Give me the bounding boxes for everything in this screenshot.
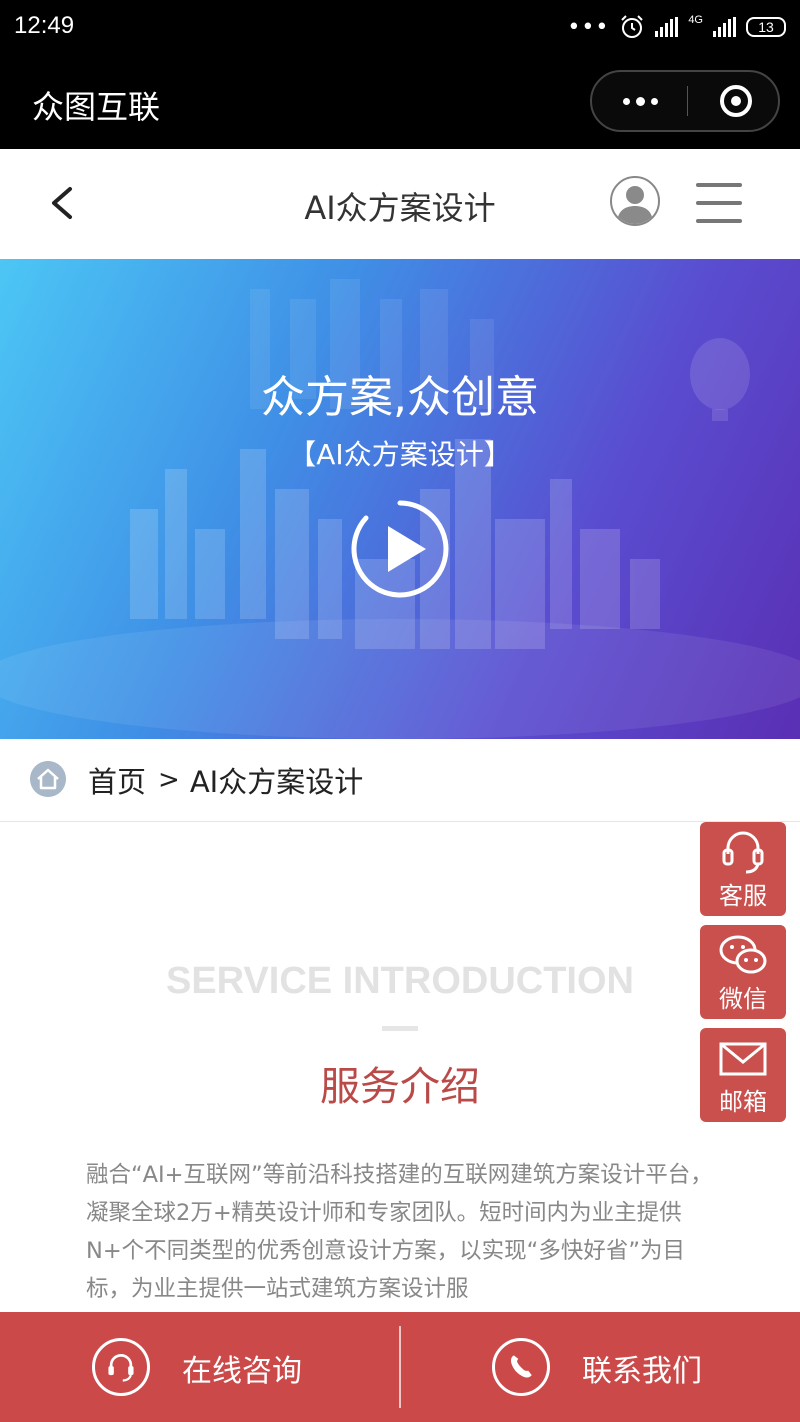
mini-program-header: 众图互联 xyxy=(0,56,800,149)
breadcrumb-home-link[interactable]: 首页 xyxy=(88,759,146,801)
section-divider xyxy=(382,1026,418,1031)
email-label: 邮箱 xyxy=(719,1088,767,1116)
breadcrumb-current: AI众方案设计 xyxy=(189,765,364,799)
page-nav: AI众方案设计 xyxy=(0,149,800,260)
network-type: 4G xyxy=(688,14,703,26)
home-icon[interactable] xyxy=(30,761,66,797)
battery-icon: 13 xyxy=(746,17,786,37)
headset-icon xyxy=(722,831,764,874)
section-title: 服务介绍 xyxy=(320,1064,480,1110)
customer-service-label: 客服 xyxy=(719,882,767,910)
contact-us-label: 联系我们 xyxy=(582,1354,702,1389)
bottom-action-bar: 在线咨询 联系我们 xyxy=(0,1312,800,1422)
banner-subheadline: 【AI众方案设计】 xyxy=(288,438,512,471)
close-mini-program-button[interactable] xyxy=(720,85,752,117)
headset-circle-icon xyxy=(92,1338,150,1396)
user-avatar-icon[interactable] xyxy=(610,176,660,226)
mini-program-title: 众图互联 xyxy=(32,88,161,126)
contact-us-button[interactable]: 联系我们 xyxy=(400,1312,800,1422)
signal-icon xyxy=(655,17,679,37)
online-consult-button[interactable]: 在线咨询 xyxy=(0,1312,400,1422)
wechat-label: 微信 xyxy=(719,985,767,1013)
online-consult-label: 在线咨询 xyxy=(182,1354,302,1389)
email-button[interactable]: 邮箱 xyxy=(700,1028,786,1122)
play-video-button[interactable] xyxy=(350,499,450,599)
alarm-icon xyxy=(621,15,644,38)
phone-circle-icon xyxy=(492,1338,550,1396)
status-bar: 12:49 ••• 4G 13 xyxy=(0,0,800,56)
hero-banner: 众方案,众创意 【AI众方案设计】 xyxy=(0,259,800,739)
mail-icon xyxy=(719,1042,767,1076)
more-menu-button[interactable] xyxy=(592,72,688,130)
hamburger-menu-icon[interactable] xyxy=(696,183,742,223)
wechat-icon xyxy=(719,935,767,974)
page-title: AI众方案设计 xyxy=(304,189,496,227)
more-dots-icon: ••• xyxy=(567,14,610,40)
breadcrumb-trail: 首页 > AI众方案设计 xyxy=(88,759,363,801)
status-time: 12:49 xyxy=(14,12,75,39)
breadcrumb-separator: > xyxy=(158,765,180,795)
signal-icon-2 xyxy=(713,17,736,37)
capsule-divider xyxy=(687,86,688,116)
section-body-text: 融合“AI+互联网”等前沿科技搭建的互联网建筑方案设计平台，凝聚全球2万+精英设… xyxy=(86,1162,713,1302)
wechat-button[interactable]: 微信 xyxy=(700,925,786,1019)
banner-headline: 众方案,众创意 xyxy=(261,372,539,423)
customer-service-button[interactable]: 客服 xyxy=(700,822,786,916)
breadcrumb: 首页 > AI众方案设计 xyxy=(0,739,800,822)
capsule-menu xyxy=(590,70,780,132)
section-title-en: SERVICE INTRODUCTION xyxy=(165,960,634,1002)
status-icons: ••• 4G 13 xyxy=(567,14,786,40)
